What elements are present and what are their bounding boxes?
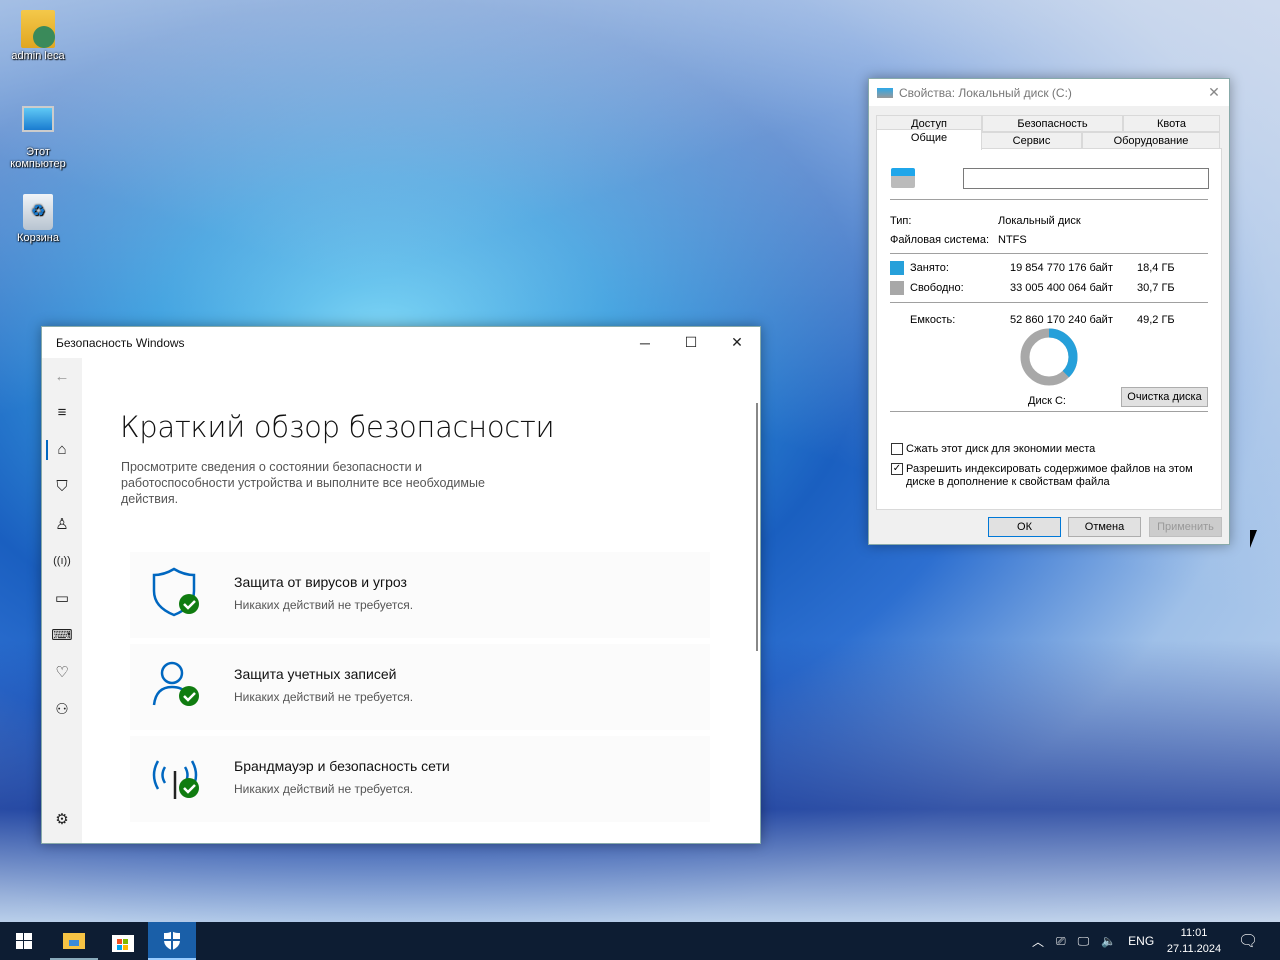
type-label: Тип:	[890, 215, 912, 227]
card-virus-protection[interactable]: Защита от вирусов и угроз Никаких действ…	[130, 552, 710, 638]
tab-general[interactable]: Общие	[876, 129, 982, 150]
compress-label: Сжать этот диск для экономии места	[906, 443, 1096, 455]
used-gb: 18,4 ГБ	[1137, 262, 1175, 274]
fs-value: NTFS	[998, 234, 1027, 246]
cancel-button[interactable]: Отмена	[1068, 517, 1141, 537]
tab-service[interactable]: Сервис	[981, 132, 1082, 149]
meet-now-icon[interactable]: ⎚	[1056, 934, 1066, 949]
recycle-bin-icon: ♻	[23, 194, 53, 230]
shield-icon[interactable]: ⛉	[42, 468, 82, 505]
laptop-icon[interactable]: ⌨	[42, 616, 82, 653]
scrollbar[interactable]	[756, 403, 758, 651]
title-bar[interactable]: Свойства: Локальный диск (C:) ✕	[869, 79, 1229, 106]
fs-label: Файловая система:	[890, 234, 990, 246]
main-content: Краткий обзор безопасности Просмотрите с…	[82, 358, 760, 843]
free-bytes: 33 005 400 064 байт	[1010, 282, 1113, 294]
file-explorer-icon	[63, 933, 85, 949]
family-icon[interactable]: ⚇	[42, 690, 82, 727]
capacity-label: Емкость:	[910, 314, 956, 326]
free-gb: 30,7 ГБ	[1137, 282, 1175, 294]
computer-icon	[22, 106, 54, 132]
disk-properties-dialog: Свойства: Локальный диск (C:) ✕ Доступ Б…	[868, 78, 1230, 545]
tab-security[interactable]: Безопасность	[982, 115, 1123, 132]
wireless-icon[interactable]: ((ı))	[42, 542, 82, 579]
store-icon	[112, 935, 134, 952]
maximize-button[interactable]: ☐	[668, 327, 714, 358]
user-folder-icon	[21, 10, 55, 48]
capacity-gb: 49,2 ГБ	[1137, 314, 1175, 326]
close-button[interactable]: ✕	[1199, 77, 1229, 108]
notifications-icon[interactable]: 🗨	[1238, 922, 1258, 960]
show-hidden-icons-button[interactable]: ︿	[1032, 933, 1044, 950]
volume-icon[interactable]: 🔈	[1101, 934, 1116, 948]
ok-button[interactable]: ОК	[988, 517, 1061, 537]
person-check-icon	[152, 661, 199, 706]
minimize-button[interactable]: ─	[622, 327, 668, 358]
start-button[interactable]	[0, 922, 48, 960]
close-button[interactable]: ✕	[714, 327, 760, 358]
used-color-swatch	[890, 261, 904, 275]
menu-icon[interactable]: ≡	[42, 394, 82, 431]
used-label: Занято:	[910, 262, 949, 274]
used-bytes: 19 854 770 176 байт	[1010, 262, 1113, 274]
wireless-check-icon	[152, 760, 199, 799]
language-indicator[interactable]: ENG	[1128, 934, 1154, 948]
home-icon[interactable]: ⌂	[42, 431, 82, 468]
windows-security-window: Безопасность Windows ─ ☐ ✕ ← ≡ ⌂ ⛉ ♙ ((ı…	[41, 326, 761, 844]
desktop-icon-user[interactable]: admin leca	[0, 10, 76, 62]
general-panel: Тип: Локальный диск Файловая система: NT…	[876, 148, 1222, 510]
apply-button[interactable]: Применить	[1149, 517, 1222, 537]
card-status: Никаких действий не требуется.	[234, 690, 414, 704]
clock-time: 11:01	[1180, 927, 1208, 939]
card-firewall[interactable]: Брандмауэр и безопасность сети Никаких д…	[130, 736, 710, 822]
app-browser-icon[interactable]: ▭	[42, 579, 82, 616]
mouse-cursor	[1250, 530, 1257, 548]
tab-quota[interactable]: Квота	[1123, 115, 1220, 132]
card-title: Защита учетных записей	[234, 666, 397, 682]
tab-hardware[interactable]: Оборудование	[1082, 132, 1220, 149]
card-account-protection[interactable]: Защита учетных записей Никаких действий …	[130, 644, 710, 730]
compress-checkbox[interactable]	[891, 443, 903, 455]
sidebar: ← ≡ ⌂ ⛉ ♙ ((ı)) ▭ ⌨ ♡ ⚇ ⚙	[42, 358, 82, 843]
card-status: Никаких действий не требуется.	[234, 598, 414, 612]
back-icon[interactable]: ←	[42, 358, 82, 394]
file-explorer-button[interactable]	[50, 922, 98, 960]
person-icon[interactable]: ♙	[42, 505, 82, 542]
index-label: Разрешить индексировать содержимое файло…	[906, 463, 1193, 488]
card-title: Брандмауэр и безопасность сети	[234, 758, 450, 774]
capacity-bytes: 52 860 170 240 байт	[1010, 314, 1113, 326]
disk-label: Диск C:	[1028, 395, 1066, 407]
index-checkbox[interactable]: ✓	[891, 463, 903, 475]
clock[interactable]: 11:01 27.11.2024	[1162, 922, 1226, 960]
windows-security-icon	[164, 930, 180, 950]
drive-icon	[877, 87, 893, 98]
window-title: Безопасность Windows	[56, 335, 185, 350]
free-color-swatch	[890, 281, 904, 295]
clock-date: 27.11.2024	[1166, 943, 1222, 955]
taskbar: ︿ ⎚ 🖵 🔈 ENG 11:01 27.11.2024 🗨	[0, 922, 1280, 960]
title-bar[interactable]: Безопасность Windows ─ ☐ ✕	[42, 327, 760, 358]
free-label: Свободно:	[910, 282, 964, 294]
type-value: Локальный диск	[998, 215, 1081, 227]
card-title: Защита от вирусов и угроз	[234, 574, 407, 590]
page-title: Краткий обзор безопасности	[120, 410, 555, 444]
disk-usage-donut	[1020, 328, 1078, 386]
drive-large-icon	[891, 168, 915, 188]
store-button[interactable]	[99, 922, 147, 960]
network-icon[interactable]: 🖵	[1078, 934, 1090, 949]
desktop-icon-recycle-bin[interactable]: ♻ Корзина	[0, 194, 76, 244]
page-description: Просмотрите сведения о состоянии безопас…	[121, 460, 485, 506]
start-icon	[16, 933, 32, 949]
drive-name-input[interactable]	[963, 168, 1209, 189]
dialog-title: Свойства: Локальный диск (C:)	[899, 85, 1072, 100]
settings-icon[interactable]: ⚙	[42, 800, 82, 837]
desktop-icon-computer[interactable]: Этот компьютер	[0, 102, 76, 170]
shield-check-icon	[152, 567, 199, 617]
windows-security-taskbar-button[interactable]	[148, 922, 196, 960]
disk-cleanup-button[interactable]: Очистка диска	[1121, 387, 1208, 407]
heart-icon[interactable]: ♡	[42, 653, 82, 690]
card-status: Никаких действий не требуется.	[234, 782, 414, 796]
